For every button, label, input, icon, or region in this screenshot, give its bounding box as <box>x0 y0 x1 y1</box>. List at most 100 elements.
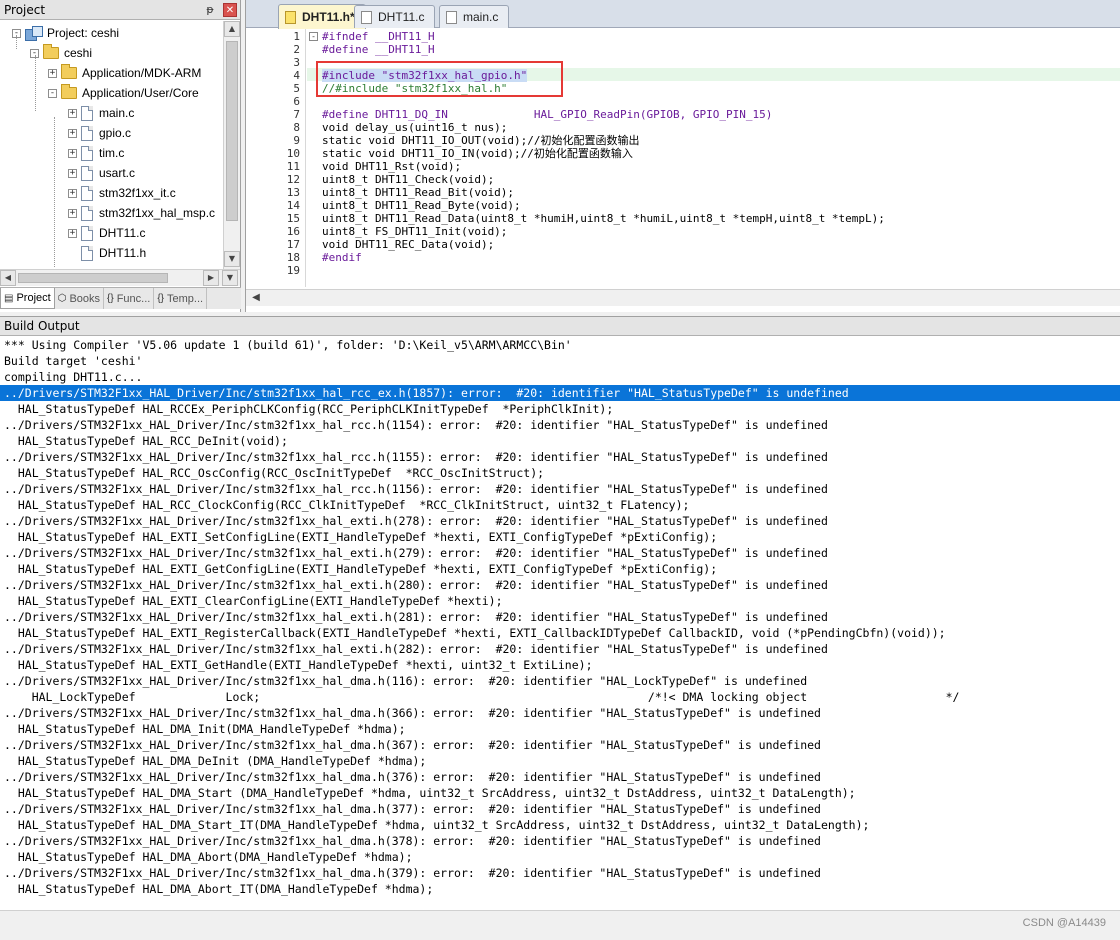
build-output-line[interactable]: HAL_StatusTypeDef HAL_EXTI_RegisterCallb… <box>0 625 1120 641</box>
build-output-line[interactable]: ../Drivers/STM32F1xx_HAL_Driver/Inc/stm3… <box>0 577 1120 593</box>
build-output-line[interactable]: ../Drivers/STM32F1xx_HAL_Driver/Inc/stm3… <box>0 609 1120 625</box>
build-output-line[interactable]: *** Using Compiler 'V5.06 update 1 (buil… <box>0 337 1120 353</box>
build-output-line[interactable]: ../Drivers/STM32F1xx_HAL_Driver/Inc/stm3… <box>0 385 1120 401</box>
tree-item[interactable]: + stm32f1xx_hal_msp.c <box>68 203 215 223</box>
code-line[interactable]: void delay_us(uint16_t nus); <box>322 121 507 134</box>
build-output-line[interactable]: ../Drivers/STM32F1xx_HAL_Driver/Inc/stm3… <box>0 705 1120 721</box>
panel-tab-project[interactable]: ▤ Project <box>0 288 55 309</box>
code-line[interactable]: uint8_t DHT11_Read_Byte(void); <box>322 199 521 212</box>
build-output-line[interactable]: ../Drivers/STM32F1xx_HAL_Driver/Inc/stm3… <box>0 737 1120 753</box>
build-output-line[interactable]: ../Drivers/STM32F1xx_HAL_Driver/Inc/stm3… <box>0 449 1120 465</box>
code-line[interactable]: #define DHT11_DQ_IN HAL_GPIO_ReadPin(GPI… <box>322 108 772 121</box>
tree-item[interactable]: DHT11.h <box>68 243 146 263</box>
build-output-line[interactable]: HAL_StatusTypeDef HAL_EXTI_GetConfigLine… <box>0 561 1120 577</box>
build-output-line[interactable]: ../Drivers/STM32F1xx_HAL_Driver/Inc/stm3… <box>0 801 1120 817</box>
code-line[interactable]: uint8_t DHT11_Check(void); <box>322 173 494 186</box>
build-output-line[interactable]: HAL_StatusTypeDef HAL_EXTI_SetConfigLine… <box>0 529 1120 545</box>
build-output-line[interactable]: HAL_StatusTypeDef HAL_DMA_Init(DMA_Handl… <box>0 721 1120 737</box>
expand-icon[interactable]: + <box>68 128 77 138</box>
build-output-line[interactable]: ../Drivers/STM32F1xx_HAL_Driver/Inc/stm3… <box>0 673 1120 689</box>
build-output-line[interactable]: HAL_StatusTypeDef HAL_DMA_DeInit (DMA_Ha… <box>0 753 1120 769</box>
build-output-line[interactable]: ../Drivers/STM32F1xx_HAL_Driver/Inc/stm3… <box>0 641 1120 657</box>
close-icon[interactable]: ✕ <box>223 2 237 17</box>
line-number: 17 <box>286 238 300 251</box>
line-number: 7 <box>293 108 300 121</box>
code-area[interactable]: 1 2 3 4 5 6 7 8 9 10 11 12 13 14 15 16 17 18 19 #ifndef __… <box>246 29 1120 287</box>
expand-icon[interactable]: + <box>68 208 77 218</box>
scroll-left-icon[interactable]: ◀ <box>0 270 16 286</box>
build-output-line[interactable]: HAL_StatusTypeDef HAL_RCC_DeInit(void); <box>0 433 1120 449</box>
code-line[interactable]: #define __DHT11_H <box>322 43 435 56</box>
code-line[interactable]: uint8_t DHT11_Read_Bit(void); <box>322 186 514 199</box>
fold-icon[interactable]: - <box>309 32 318 41</box>
expand-icon[interactable]: + <box>68 188 77 198</box>
tree-horizontal-scrollbar[interactable]: ◀ ▶ ▼ <box>0 269 240 286</box>
code-line[interactable]: void DHT11_Rst(void); <box>322 160 461 173</box>
build-output-line[interactable]: ../Drivers/STM32F1xx_HAL_Driver/Inc/stm3… <box>0 481 1120 497</box>
build-output-line[interactable]: ../Drivers/STM32F1xx_HAL_Driver/Inc/stm3… <box>0 513 1120 529</box>
build-output-line[interactable]: Build target 'ceshi' <box>0 353 1120 369</box>
scroll-down-icon[interactable]: ▼ <box>224 251 240 267</box>
code-line[interactable]: uint8_t FS_DHT11_Init(void); <box>322 225 507 238</box>
collapse-icon[interactable]: - <box>48 88 57 98</box>
build-output-line[interactable]: ../Drivers/STM32F1xx_HAL_Driver/Inc/stm3… <box>0 545 1120 561</box>
tree-item[interactable]: + gpio.c <box>68 123 131 143</box>
build-output-line[interactable]: HAL_StatusTypeDef HAL_DMA_Start (DMA_Han… <box>0 785 1120 801</box>
build-output-line[interactable]: ../Drivers/STM32F1xx_HAL_Driver/Inc/stm3… <box>0 769 1120 785</box>
panel-tab-temp[interactable]: {} Temp... <box>154 288 208 309</box>
editor-horizontal-scrollbar[interactable]: ◀ <box>246 289 1120 306</box>
build-output-line[interactable]: HAL_LockTypeDef Lock; /*!< DMA locking o… <box>0 689 1120 705</box>
scroll-down-icon[interactable]: ▼ <box>222 270 238 286</box>
tree-item[interactable]: + Application/MDK-ARM <box>48 63 201 83</box>
build-output-line[interactable]: HAL_StatusTypeDef HAL_RCCEx_PeriphCLKCon… <box>0 401 1120 417</box>
tree-item-label: DHT11.h <box>99 246 147 260</box>
code-line[interactable]: #endif <box>322 251 362 264</box>
editor-tab[interactable]: main.c <box>439 5 510 28</box>
scroll-up-icon[interactable]: ▲ <box>224 21 240 37</box>
expand-icon[interactable]: + <box>68 228 77 238</box>
build-output-horizontal-scrollbar[interactable] <box>0 910 1120 926</box>
tree-guide-line <box>35 55 36 111</box>
build-output-line[interactable]: HAL_StatusTypeDef HAL_RCC_OscConfig(RCC_… <box>0 465 1120 481</box>
tree-item[interactable]: - ceshi <box>30 43 92 63</box>
tree-item[interactable]: - Application/User/Core <box>48 83 199 103</box>
tree-item[interactable]: + DHT11.c <box>68 223 145 243</box>
tree-item[interactable]: + usart.c <box>68 163 135 183</box>
scroll-left-icon[interactable]: ◀ <box>248 290 264 306</box>
build-output-line[interactable]: HAL_StatusTypeDef HAL_DMA_Start_IT(DMA_H… <box>0 817 1120 833</box>
expand-icon[interactable]: + <box>48 68 57 78</box>
pin-icon[interactable]: ᵽ <box>203 3 217 16</box>
build-output-line[interactable]: compiling DHT11.c... <box>0 369 1120 385</box>
build-output-line[interactable]: ../Drivers/STM32F1xx_HAL_Driver/Inc/stm3… <box>0 865 1120 881</box>
tree-item-label: Project: ceshi <box>47 26 120 40</box>
code-line[interactable]: static void DHT11_IO_OUT(void);//初始化配置函数… <box>322 134 640 147</box>
build-output-line[interactable]: ../Drivers/STM32F1xx_HAL_Driver/Inc/stm3… <box>0 833 1120 849</box>
expand-icon[interactable]: + <box>68 148 77 158</box>
tree-item[interactable]: + tim.c <box>68 143 124 163</box>
project-tree: - Project: ceshi - ceshi + Application/MDK-AR… <box>0 21 223 269</box>
code-line[interactable]: static void DHT11_IO_IN(void);//初始化配置函数输… <box>322 147 633 160</box>
editor-tab[interactable]: DHT11.c <box>354 5 436 28</box>
scroll-right-icon[interactable]: ▶ <box>203 270 219 286</box>
tree-item[interactable]: - Project: ceshi <box>12 23 119 43</box>
expand-icon[interactable]: + <box>68 168 77 178</box>
code-line[interactable]: void DHT11_REC_Data(void); <box>322 238 494 251</box>
scroll-thumb[interactable] <box>18 273 168 283</box>
build-output-line[interactable]: HAL_StatusTypeDef HAL_DMA_Abort_IT(DMA_H… <box>0 881 1120 897</box>
build-output-line[interactable]: HAL_StatusTypeDef HAL_RCC_ClockConfig(RC… <box>0 497 1120 513</box>
line-number: 8 <box>293 121 300 134</box>
panel-tab-books[interactable]: ⬡ Books <box>55 288 105 309</box>
tree-item[interactable]: + main.c <box>68 103 134 123</box>
build-output-line[interactable]: HAL_StatusTypeDef HAL_EXTI_GetHandle(EXT… <box>0 657 1120 673</box>
expand-icon[interactable]: + <box>68 108 77 118</box>
tree-vertical-scrollbar[interactable]: ▲ ▼ <box>223 21 240 269</box>
code-line[interactable]: #ifndef __DHT11_H <box>322 30 435 43</box>
code-line[interactable]: uint8_t DHT11_Read_Data(uint8_t *humiH,u… <box>322 212 885 225</box>
scroll-thumb[interactable] <box>226 41 238 221</box>
editor-tab[interactable]: DHT11.h* <box>278 4 366 29</box>
build-output-line[interactable]: HAL_StatusTypeDef HAL_DMA_Abort(DMA_Hand… <box>0 849 1120 865</box>
build-output-line[interactable]: ../Drivers/STM32F1xx_HAL_Driver/Inc/stm3… <box>0 417 1120 433</box>
build-output-line[interactable]: HAL_StatusTypeDef HAL_EXTI_ClearConfigLi… <box>0 593 1120 609</box>
tree-item[interactable]: + stm32f1xx_it.c <box>68 183 176 203</box>
panel-tab-func[interactable]: {} Func... <box>104 288 155 309</box>
